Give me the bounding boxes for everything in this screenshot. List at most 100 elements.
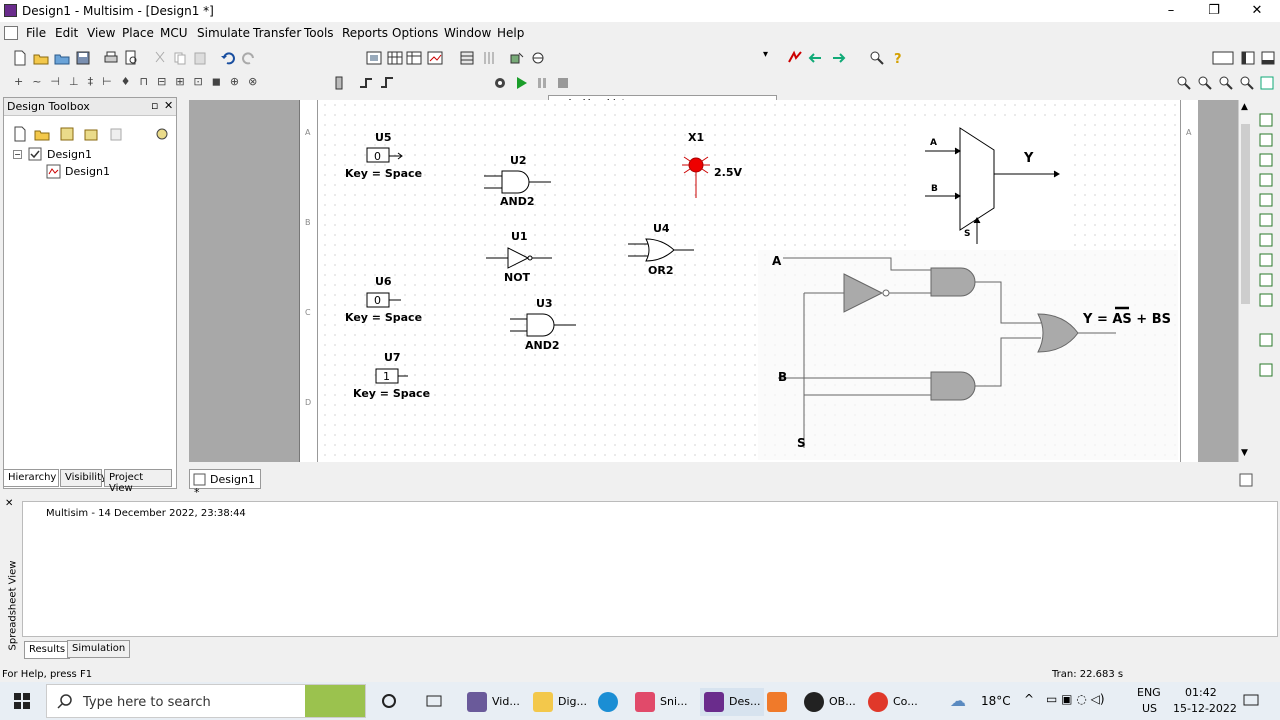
open-design-icon[interactable] [34, 126, 50, 142]
tab-results[interactable]: Results [24, 641, 71, 659]
tab-project-view[interactable]: Project View [104, 469, 172, 494]
taskbar-app-chrome[interactable]: Co... [868, 688, 918, 716]
taskbar-app-video[interactable]: Vid... [467, 688, 520, 716]
spreadsheet-icon[interactable] [406, 50, 422, 66]
print-icon[interactable] [103, 50, 119, 66]
paste-icon[interactable] [192, 50, 208, 66]
grapher-icon[interactable] [427, 50, 443, 66]
menu-help[interactable]: Help [497, 26, 524, 40]
chevron-down-icon[interactable]: ▾ [763, 49, 768, 60]
taskbar-app-obs[interactable]: OB... [804, 688, 856, 716]
place-component-icon[interactable] [509, 50, 525, 66]
open-sample-icon[interactable] [54, 50, 70, 66]
component-wizard-icon[interactable] [481, 50, 497, 66]
zoom-full-icon[interactable] [1259, 75, 1275, 91]
spreadsheet-close-icon[interactable]: ✕ [5, 498, 13, 509]
clock-time[interactable]: 01:42 [1185, 686, 1217, 699]
document-icon[interactable] [4, 26, 18, 40]
checkbox-icon[interactable] [28, 147, 42, 161]
print-preview-icon[interactable] [123, 50, 139, 66]
redo-icon[interactable] [241, 50, 257, 66]
pin-icon[interactable]: ▫ [151, 99, 158, 112]
wire-icon[interactable] [379, 75, 395, 91]
scroll-down-icon[interactable]: ▼ [1241, 448, 1248, 458]
settings-icon[interactable] [154, 126, 170, 142]
and-gate-u3[interactable] [510, 313, 576, 337]
delete-design-icon[interactable] [108, 126, 124, 142]
tab-hierarchy[interactable]: Hierarchy [3, 469, 59, 487]
key-switch-u7[interactable] [375, 368, 408, 384]
tree-child-label[interactable]: Design1 [65, 165, 110, 178]
not-gate-u1[interactable] [486, 247, 552, 269]
minimize-button[interactable]: – [1156, 2, 1186, 20]
close-design-icon[interactable] [83, 126, 99, 142]
back-annotate-icon[interactable] [808, 50, 824, 66]
clock-date[interactable]: 15-12-2022 [1173, 702, 1237, 715]
menu-transfer[interactable]: Transfer [253, 26, 301, 40]
pause-icon[interactable] [534, 75, 550, 91]
menu-tools[interactable]: Tools [304, 26, 334, 40]
find-icon[interactable] [869, 50, 885, 66]
taskbar-app-snipping[interactable]: Sni... [635, 688, 688, 716]
new-file-icon[interactable] [12, 50, 28, 66]
menu-options[interactable]: Options [392, 26, 438, 40]
zoom-in-icon[interactable] [1176, 75, 1192, 91]
component-group-icons[interactable]: +~⊣⊥‡⊢♦⊓⊟⊞⊡◼⊕⊗ [14, 75, 266, 88]
probe-icon[interactable] [331, 75, 347, 91]
instrument-icons[interactable] [1256, 108, 1278, 462]
stop-icon[interactable] [555, 75, 571, 91]
menu-file[interactable]: File [26, 26, 46, 40]
tab-visibility[interactable]: Visibility [60, 469, 107, 487]
interactive-simulation-icon[interactable] [492, 75, 508, 91]
close-button[interactable]: ✕ [1242, 2, 1272, 20]
grid-icon[interactable] [387, 50, 403, 66]
scroll-thumb[interactable] [1241, 124, 1250, 304]
maximize-button[interactable]: ❐ [1199, 2, 1229, 20]
bus-icon[interactable] [358, 75, 374, 91]
taskbar-app-explorer[interactable]: Dig... [533, 688, 587, 716]
key-switch-u5[interactable] [366, 147, 403, 163]
scroll-up-icon[interactable]: ▲ [1241, 102, 1248, 112]
weather-temp[interactable]: 18°C [981, 694, 1011, 708]
panel-toggle-icon[interactable] [1240, 50, 1256, 66]
menu-mcu[interactable]: MCU [160, 26, 188, 40]
taskbar-app-orange[interactable] [767, 688, 792, 716]
panel-toggle-2-icon[interactable] [1260, 50, 1276, 66]
tray-icons[interactable]: ▭ ▣ ◌ ◁) [1046, 692, 1105, 706]
or-gate-u4[interactable] [628, 238, 694, 262]
menu-edit[interactable]: Edit [55, 26, 78, 40]
zoom-out-icon[interactable] [1197, 75, 1213, 91]
full-screen-icon[interactable] [366, 50, 382, 66]
notifications-icon[interactable] [1242, 693, 1260, 709]
region-indicator[interactable]: US [1142, 702, 1157, 715]
voltage-probe-x1[interactable] [682, 156, 710, 198]
zoom-fit-icon[interactable] [1239, 75, 1255, 91]
toolbox-close-icon[interactable]: ✕ [164, 99, 173, 112]
vertical-scrollbar[interactable]: ▲ ▼ [1238, 100, 1252, 462]
and-gate-u2[interactable] [484, 170, 551, 194]
run-icon[interactable] [513, 75, 529, 91]
copy-icon[interactable] [172, 50, 188, 66]
new-design-icon[interactable] [12, 126, 28, 142]
save-design-icon[interactable] [59, 126, 75, 142]
menu-view[interactable]: View [87, 26, 115, 40]
menu-reports[interactable]: Reports [342, 26, 388, 40]
key-switch-u6[interactable] [366, 292, 401, 308]
view-options-icon[interactable] [1239, 473, 1253, 487]
cut-icon[interactable] [152, 50, 168, 66]
open-icon[interactable] [33, 50, 49, 66]
help-icon[interactable]: ? [890, 50, 906, 66]
forward-annotate-icon[interactable] [830, 50, 846, 66]
weather-icon[interactable]: ☁ [950, 691, 966, 710]
tray-chevron-icon[interactable]: ^ [1024, 692, 1034, 706]
view-layout-icon[interactable] [1212, 50, 1234, 66]
cortana-icon[interactable] [381, 693, 397, 709]
menu-window[interactable]: Window [444, 26, 491, 40]
menu-place[interactable]: Place [122, 26, 154, 40]
taskbar-app-multisim[interactable]: Des... [700, 688, 765, 716]
undo-icon[interactable] [220, 50, 236, 66]
save-icon[interactable] [75, 50, 91, 66]
components-icon[interactable] [530, 50, 546, 66]
search-box[interactable]: Type here to search [46, 684, 366, 718]
menu-simulate[interactable]: Simulate [197, 26, 250, 40]
